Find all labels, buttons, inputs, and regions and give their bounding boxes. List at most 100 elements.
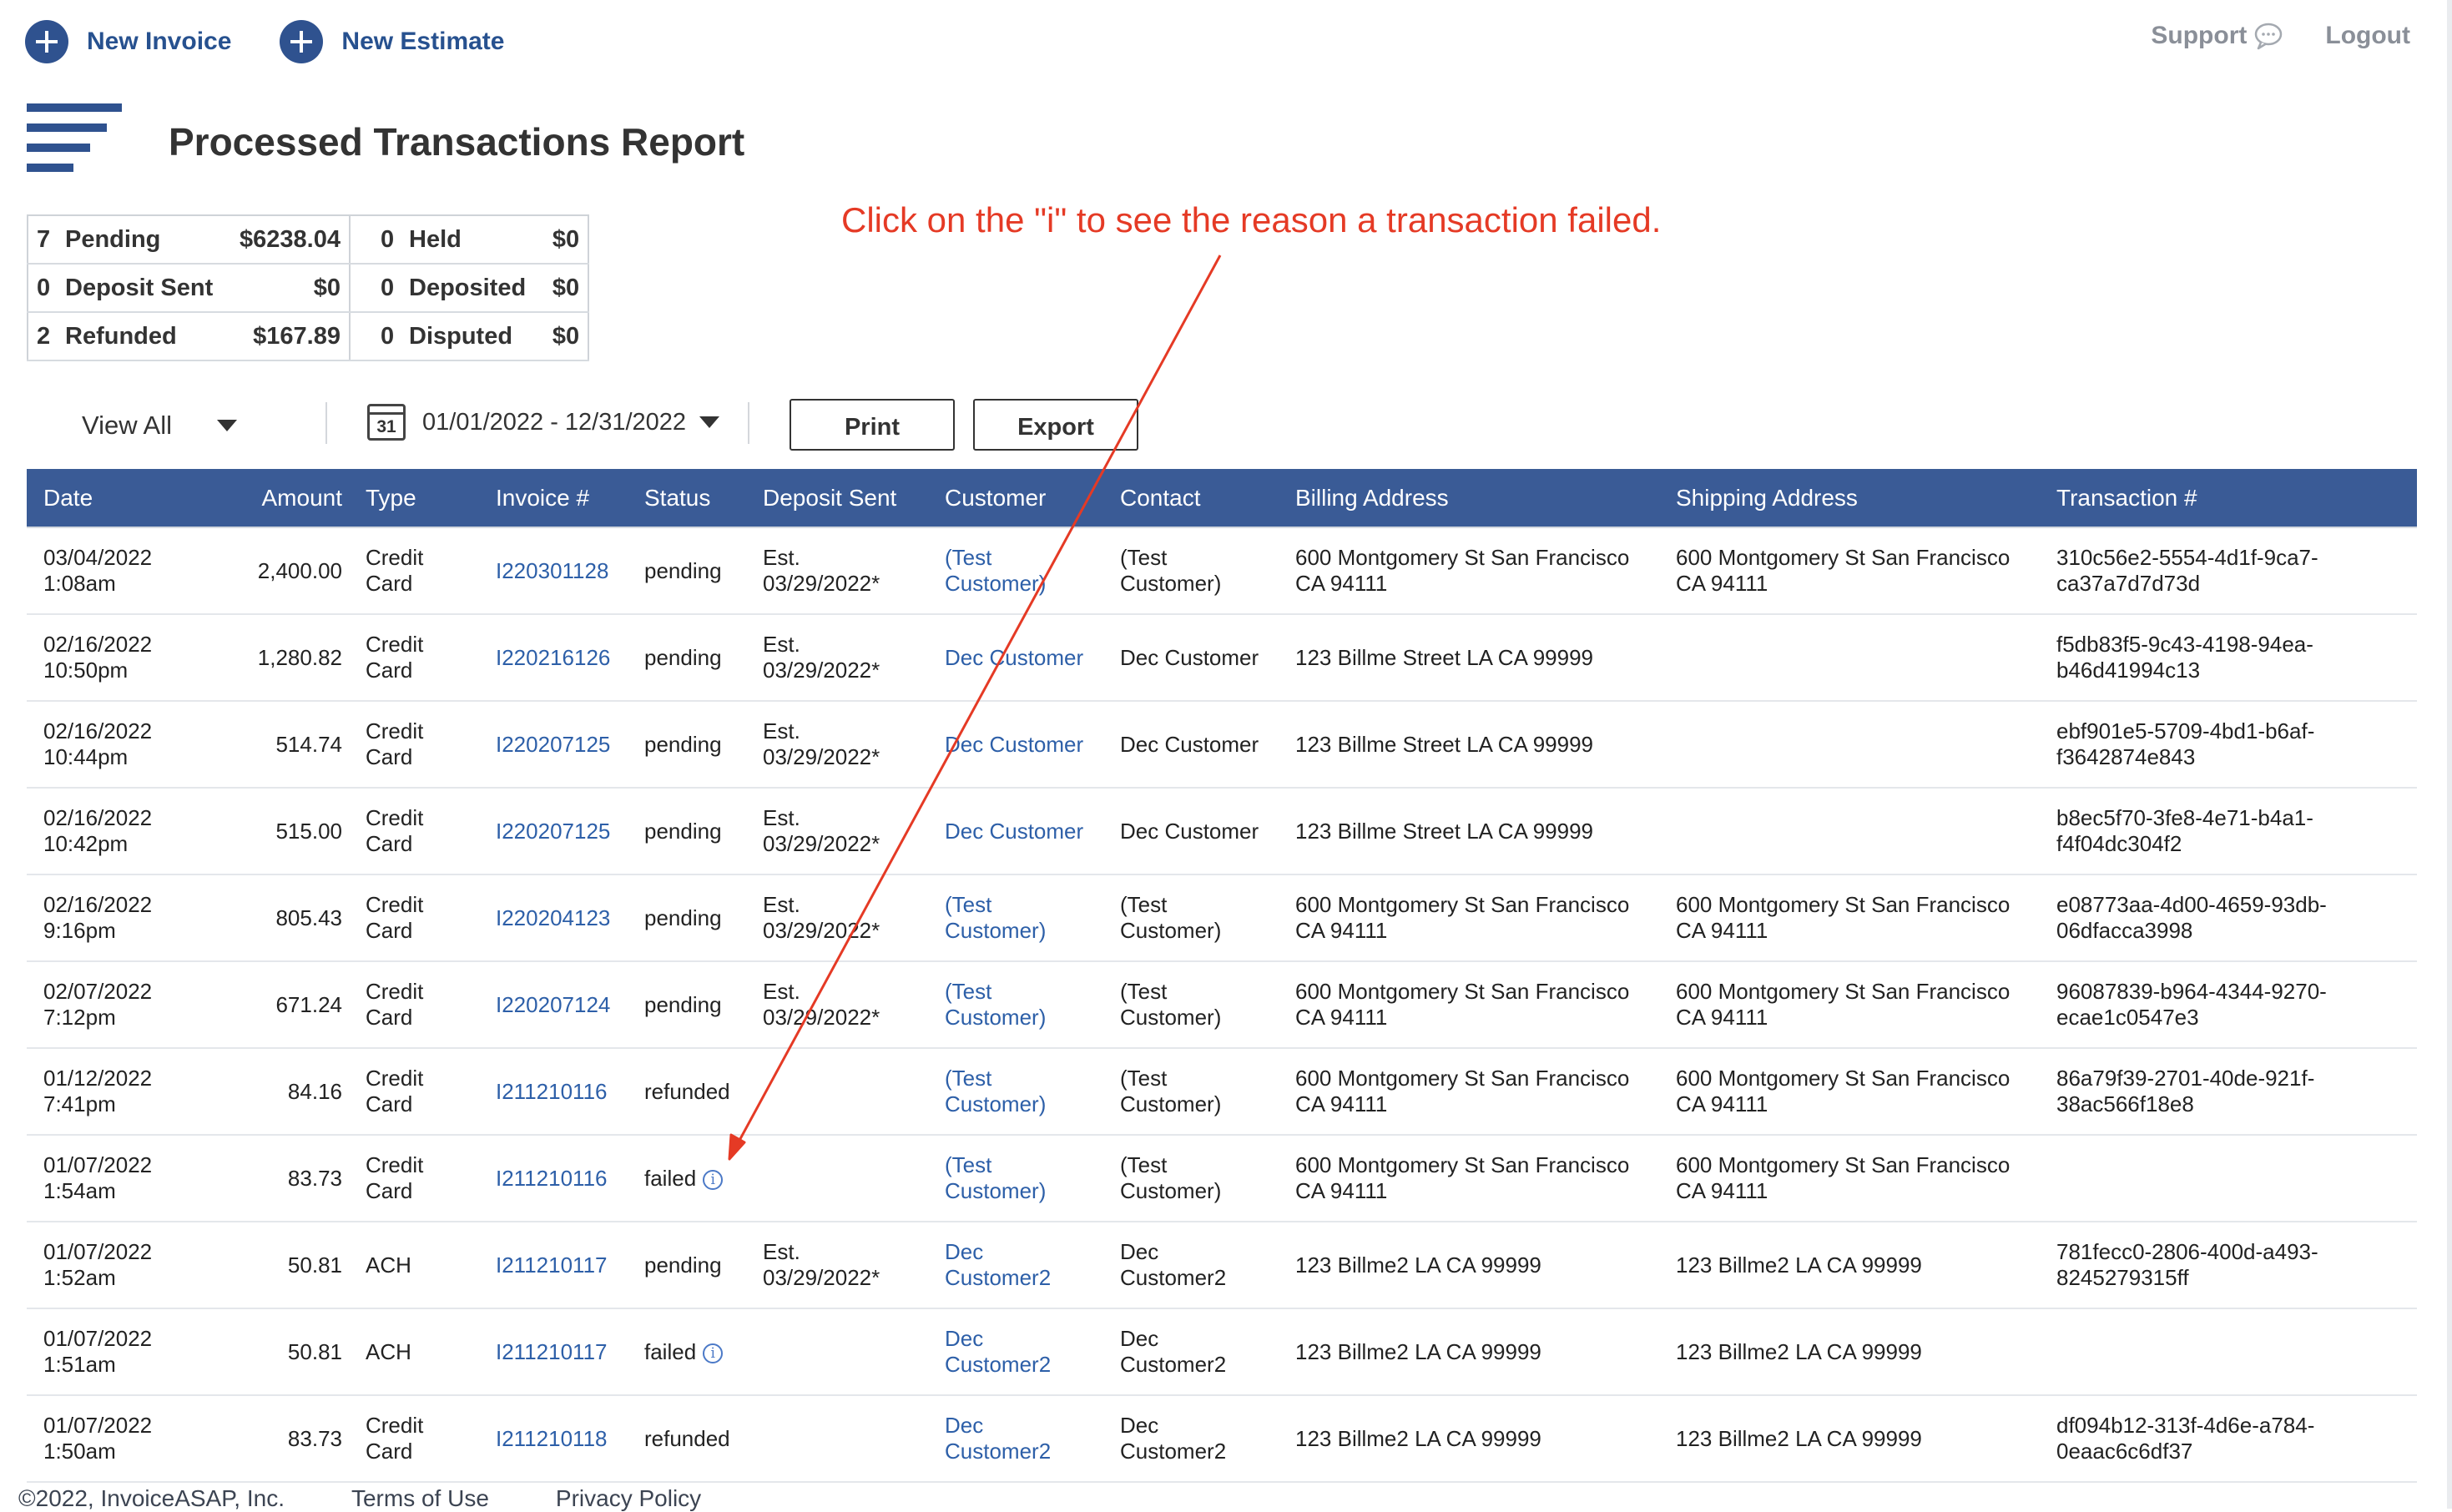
invoice-link[interactable]: I211210116 — [479, 1048, 628, 1136]
invoice-link[interactable]: I220207125 — [479, 788, 628, 875]
transaction-id-cell: 86a79f39-2701-40de-921f- 38ac566f18e8 — [2040, 1048, 2417, 1136]
invoice-link[interactable]: I211210116 — [479, 1135, 628, 1222]
invoice-link[interactable]: I220207124 — [479, 961, 628, 1049]
privacy-link[interactable]: Privacy Policy — [556, 1485, 701, 1512]
customer-text: Dec — [945, 1413, 984, 1438]
column-header[interactable]: Amount — [215, 469, 349, 528]
status-text: pending — [644, 991, 722, 1017]
terms-link[interactable]: Terms of Use — [351, 1485, 489, 1512]
transaction-id-text: 96087839-b964-4344-9270- — [2056, 979, 2327, 1004]
export-button[interactable]: Export — [973, 399, 1138, 451]
table-row[interactable]: 01/07/2022 1:52am 50.81 ACH I211210117 pe… — [27, 1222, 2417, 1309]
customer-link[interactable]: Dec Customer2 — [928, 1222, 1103, 1309]
column-header[interactable]: Status — [628, 469, 746, 528]
table-row[interactable]: 03/04/2022 1:08am 2,400.00 Credit Card I22… — [27, 527, 2417, 615]
invoice-link[interactable]: I211210117 — [479, 1222, 628, 1309]
invoice-link[interactable]: I220301128 — [479, 527, 628, 615]
view-filter-dropdown[interactable]: View All — [82, 411, 237, 441]
column-header[interactable]: Deposit Sent — [746, 469, 928, 528]
amount-cell: 83.73 — [215, 1135, 349, 1222]
customer-link[interactable]: Dec Customer2 — [928, 1395, 1103, 1483]
scrollbar[interactable] — [2447, 0, 2452, 1509]
customer-text: (Test — [945, 545, 992, 570]
new-invoice-button[interactable]: New Invoice — [25, 20, 231, 63]
column-header[interactable]: Contact — [1103, 469, 1279, 528]
transaction-id-cell: b8ec5f70-3fe8-4e71-b4a1- f4f04dc304f2 — [2040, 788, 2417, 875]
table-row[interactable]: 01/12/2022 7:41pm 84.16 Credit Card I21121… — [27, 1048, 2417, 1136]
customer-link[interactable]: (Test Customer) — [928, 961, 1103, 1049]
table-row[interactable]: 01/07/2022 1:50am 83.73 Credit Card I21121… — [27, 1395, 2417, 1483]
customer-link[interactable]: Dec Customer2 — [928, 1308, 1103, 1396]
date-text: 01/12/2022 — [43, 1066, 153, 1091]
customer-text: Customer) — [945, 1091, 1047, 1116]
info-icon[interactable]: i — [703, 1343, 724, 1363]
customer-link[interactable]: (Test Customer) — [928, 1048, 1103, 1136]
new-estimate-button[interactable]: New Estimate — [280, 20, 504, 63]
pending-label: Pending — [55, 215, 224, 265]
customer-link[interactable]: (Test Customer) — [928, 874, 1103, 962]
transaction-id-cell — [2040, 1308, 2417, 1396]
time-text: 1:52am — [43, 1265, 116, 1290]
amount-cell: 515.00 — [215, 788, 349, 875]
customer-text: Customer) — [945, 1178, 1047, 1203]
deposit-date-text: 03/29/2022* — [763, 571, 880, 596]
deposit-date-text: 03/29/2022* — [763, 831, 880, 856]
transaction-id-cell: ebf901e5-5709-4bd1-b6af-f3642874e843 — [2040, 701, 2417, 789]
date-cell: 03/04/2022 1:08am — [27, 527, 215, 615]
invoice-link[interactable]: I211210118 — [479, 1395, 628, 1483]
table-row[interactable]: 01/07/2022 1:51am 50.81 ACH I211210117 fa… — [27, 1308, 2417, 1396]
customer-link[interactable]: Dec Customer — [928, 788, 1103, 875]
column-header[interactable]: Date — [27, 469, 215, 528]
support-label: Support — [2151, 22, 2248, 49]
table-row[interactable]: 02/16/2022 9:16pm 805.43 Credit Card I2202… — [27, 874, 2417, 962]
table-row[interactable]: 01/07/2022 1:54am 83.73 Credit Card I21121… — [27, 1135, 2417, 1222]
amount-cell: 83.73 — [215, 1395, 349, 1483]
date-range-picker[interactable]: 31 01/01/2022 - 12/31/2022 — [367, 404, 720, 441]
column-header[interactable]: Customer — [928, 469, 1103, 528]
invoice-link[interactable]: I211210117 — [479, 1308, 628, 1396]
type-text: Card — [366, 744, 413, 769]
logout-link[interactable]: Logout — [2325, 22, 2410, 50]
table-row[interactable]: 02/07/2022 7:12pm 671.24 Credit Card I2202… — [27, 961, 2417, 1049]
address-text: 600 Montgomery St San Francisco — [1676, 545, 2011, 570]
report-toolbar: View All 31 01/01/2022 - 12/31/2022 Prin… — [27, 397, 1145, 457]
column-header[interactable]: Shipping Address — [1659, 469, 2040, 528]
date-text: 01/07/2022 — [43, 1239, 153, 1264]
address-text: 600 Montgomery St San Francisco — [1295, 1152, 1630, 1177]
print-button[interactable]: Print — [790, 399, 955, 451]
contact-text: Customer) — [1120, 1091, 1222, 1116]
column-header[interactable]: Type — [349, 469, 479, 528]
type-text: ACH — [366, 1338, 411, 1364]
amount-cell: 50.81 — [215, 1222, 349, 1309]
time-text: 10:42pm — [43, 831, 129, 856]
customer-link[interactable]: Dec Customer — [928, 701, 1103, 789]
transaction-id-cell: 310c56e2-5554-4d1f-9ca7- ca37a7d7d73d — [2040, 527, 2417, 615]
support-link[interactable]: Support — [2151, 22, 2283, 50]
table-row[interactable]: 02/16/2022 10:44pm 514.74 Credit Card I220… — [27, 701, 2417, 789]
invoice-link[interactable]: I220216126 — [479, 614, 628, 702]
column-header[interactable]: Billing Address — [1279, 469, 1659, 528]
info-icon[interactable]: i — [703, 1169, 724, 1190]
table-row[interactable]: 02/16/2022 10:50pm 1,280.82 Credit Card I2… — [27, 614, 2417, 702]
type-cell: ACH — [349, 1308, 479, 1396]
customer-link[interactable]: (Test Customer) — [928, 527, 1103, 615]
contact-cell: Dec Customer — [1103, 788, 1279, 875]
invoice-link[interactable]: I220204123 — [479, 874, 628, 962]
type-text: Credit — [366, 545, 424, 570]
address-text: 600 Montgomery St San Francisco — [1676, 1066, 2011, 1091]
shipping-address-cell: 600 Montgomery St San Francisco CA 94111 — [1659, 527, 2040, 615]
customer-text: Dec Customer — [945, 644, 1084, 670]
customer-link[interactable]: (Test Customer) — [928, 1135, 1103, 1222]
table-row[interactable]: 02/16/2022 10:42pm 515.00 Credit Card I220… — [27, 788, 2417, 875]
date-cell: 01/07/2022 1:52am — [27, 1222, 215, 1309]
pending-amount: $6238.04 — [224, 215, 351, 265]
date-range-label: 01/01/2022 - 12/31/2022 — [422, 408, 687, 436]
column-header[interactable]: Transaction # — [2040, 469, 2417, 528]
customer-link[interactable]: Dec Customer — [928, 614, 1103, 702]
deposit-date-text: 03/29/2022* — [763, 1265, 880, 1290]
invoice-link[interactable]: I220207125 — [479, 701, 628, 789]
contact-cell: (Test Customer) — [1103, 1048, 1279, 1136]
held-label: Held — [399, 215, 535, 265]
time-text: 10:44pm — [43, 744, 129, 769]
column-header[interactable]: Invoice # — [479, 469, 628, 528]
